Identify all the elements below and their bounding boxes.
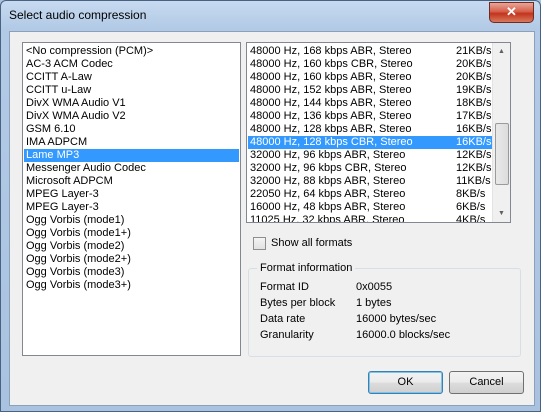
format-description: 48000 Hz, 136 kbps ABR, Stereo (250, 110, 412, 122)
format-description: 32000 Hz, 96 kbps CBR, Stereo (250, 162, 407, 174)
format-list-item[interactable]: 48000 Hz, 168 kbps ABR, Stereo 21KB/s (248, 45, 494, 58)
bytes-per-block-value: 1 bytes (356, 297, 392, 309)
format-data-rate: 8KB/s (456, 188, 486, 200)
format-description: 48000 Hz, 152 kbps ABR, Stereo (250, 84, 412, 96)
format-list-item[interactable]: 22050 Hz, 64 kbps ABR, Stereo 8KB/s (248, 188, 494, 201)
format-description: 48000 Hz, 160 kbps CBR, Stereo (250, 58, 413, 70)
format-information-title: Format information (257, 262, 356, 274)
format-data-rate: 6KB/s (456, 201, 486, 213)
format-data-rate: 20KB/s (456, 58, 492, 70)
format-data-rate: 12KB/s (456, 162, 492, 174)
codec-list-item[interactable]: IMA ADPCM (24, 136, 239, 149)
window-title: Select audio compression (9, 8, 147, 22)
codec-list-item[interactable]: <No compression (PCM)> (24, 45, 239, 58)
format-description: 48000 Hz, 128 kbps ABR, Stereo (250, 123, 412, 135)
format-list-item[interactable]: 48000 Hz, 160 kbps ABR, Stereo 20KB/s (248, 71, 494, 84)
codec-list-item[interactable]: MPEG Layer-3 (24, 201, 239, 214)
format-list-item[interactable]: 16000 Hz, 48 kbps ABR, Stereo 6KB/s (248, 201, 494, 214)
format-information-group: Format information Format ID 0x0055 Byte… (248, 262, 521, 357)
format-description: 11025 Hz, 32 kbps ABR, Stereo (250, 214, 405, 223)
format-list-item[interactable]: 48000 Hz, 128 kbps CBR, Stereo 16KB/s (248, 136, 494, 149)
codec-list-item[interactable]: DivX WMA Audio V2 (24, 110, 239, 123)
format-list-item[interactable]: 48000 Hz, 136 kbps ABR, Stereo 17KB/s (248, 110, 494, 123)
format-list-item[interactable]: 48000 Hz, 160 kbps CBR, Stereo 20KB/s (248, 58, 494, 71)
ok-button[interactable]: OK (368, 371, 443, 394)
codec-list-item[interactable]: CCITT u-Law (24, 84, 239, 97)
bytes-per-block-label: Bytes per block (260, 297, 336, 309)
codec-list-item[interactable]: AC-3 ACM Codec (24, 58, 239, 71)
dialog-body: <No compression (PCM)> AC-3 ACM Codec CCIT… (9, 31, 535, 406)
format-data-rate: 12KB/s (456, 149, 492, 161)
format-data-rate: 4KB/s (456, 214, 486, 223)
format-data-rate: 19KB/s (456, 84, 492, 96)
codec-list-item[interactable]: Ogg Vorbis (mode2+) (24, 253, 239, 266)
codec-list[interactable]: <No compression (PCM)> AC-3 ACM Codec CCIT… (22, 42, 241, 356)
format-list-item[interactable]: 48000 Hz, 144 kbps ABR, Stereo 18KB/s (248, 97, 494, 110)
codec-list-item[interactable]: DivX WMA Audio V1 (24, 97, 239, 110)
show-all-formats-checkbox[interactable] (253, 237, 266, 250)
scroll-up-icon[interactable]: ▲ (493, 43, 510, 60)
codec-list-item[interactable]: CCITT A-Law (24, 71, 239, 84)
format-list-item[interactable]: 32000 Hz, 88 kbps ABR, Stereo 11KB/s (248, 175, 494, 188)
granularity-value: 16000.0 blocks/sec (356, 329, 451, 341)
format-data-rate: 18KB/s (456, 97, 492, 109)
format-description: 22050 Hz, 64 kbps ABR, Stereo (250, 188, 406, 200)
codec-list-item[interactable]: GSM 6.10 (24, 123, 239, 136)
codec-list-item[interactable]: Ogg Vorbis (mode3+) (24, 279, 239, 292)
cancel-button[interactable]: Cancel (449, 371, 524, 394)
format-id-value: 0x0055 (356, 281, 393, 293)
data-rate-label: Data rate (260, 313, 306, 325)
format-id-label: Format ID (260, 281, 309, 293)
format-list-item[interactable]: 48000 Hz, 128 kbps ABR, Stereo 16KB/s (248, 123, 494, 136)
codec-list-item[interactable]: Ogg Vorbis (mode1+) (24, 227, 239, 240)
granularity-label: Granularity (260, 329, 314, 341)
codec-list-item[interactable]: Ogg Vorbis (mode3) (24, 266, 239, 279)
scroll-down-icon[interactable]: ▼ (493, 205, 510, 222)
scroll-thumb[interactable] (495, 123, 509, 185)
format-description: 16000 Hz, 48 kbps ABR, Stereo (250, 201, 406, 213)
codec-list-item[interactable]: Microsoft ADPCM (24, 175, 239, 188)
format-list-scrollbar[interactable]: ▲ ▼ (492, 43, 510, 222)
format-description: 48000 Hz, 128 kbps CBR, Stereo (250, 136, 413, 148)
format-list-item[interactable]: 11025 Hz, 32 kbps ABR, Stereo 4KB/s (248, 214, 494, 223)
format-description: 32000 Hz, 96 kbps ABR, Stereo (250, 149, 406, 161)
format-list-item[interactable]: 32000 Hz, 96 kbps ABR, Stereo 12KB/s (248, 149, 494, 162)
data-rate-value: 16000 bytes/sec (356, 313, 437, 325)
format-list-item[interactable]: 48000 Hz, 152 kbps ABR, Stereo 19KB/s (248, 84, 494, 97)
format-list-item[interactable]: 32000 Hz, 96 kbps CBR, Stereo 12KB/s (248, 162, 494, 175)
format-data-rate: 11KB/s (456, 175, 491, 187)
close-icon[interactable]: ✕ (489, 2, 534, 23)
codec-list-item[interactable]: Lame MP3 (24, 149, 239, 162)
format-data-rate: 16KB/s (456, 123, 492, 135)
format-data-rate: 16KB/s (456, 136, 492, 148)
format-description: 32000 Hz, 88 kbps ABR, Stereo (250, 175, 406, 187)
format-data-rate: 17KB/s (456, 110, 492, 122)
format-description: 48000 Hz, 144 kbps ABR, Stereo (250, 97, 412, 109)
codec-list-item[interactable]: Ogg Vorbis (mode2) (24, 240, 239, 253)
format-description: 48000 Hz, 168 kbps ABR, Stereo (250, 45, 412, 57)
title-bar[interactable]: Select audio compression ✕ (1, 1, 540, 31)
codec-list-item[interactable]: MPEG Layer-3 (24, 188, 239, 201)
format-list[interactable]: 48000 Hz, 168 kbps ABR, Stereo 21KB/s 4800… (246, 42, 511, 223)
format-data-rate: 21KB/s (456, 45, 492, 57)
codec-list-item[interactable]: Ogg Vorbis (mode1) (24, 214, 239, 227)
codec-list-item[interactable]: Messenger Audio Codec (24, 162, 239, 175)
show-all-formats-label[interactable]: Show all formats (271, 237, 352, 249)
format-description: 48000 Hz, 160 kbps ABR, Stereo (250, 71, 412, 83)
dialog-window: Select audio compression ✕ <No compressi… (0, 0, 541, 412)
format-data-rate: 20KB/s (456, 71, 492, 83)
